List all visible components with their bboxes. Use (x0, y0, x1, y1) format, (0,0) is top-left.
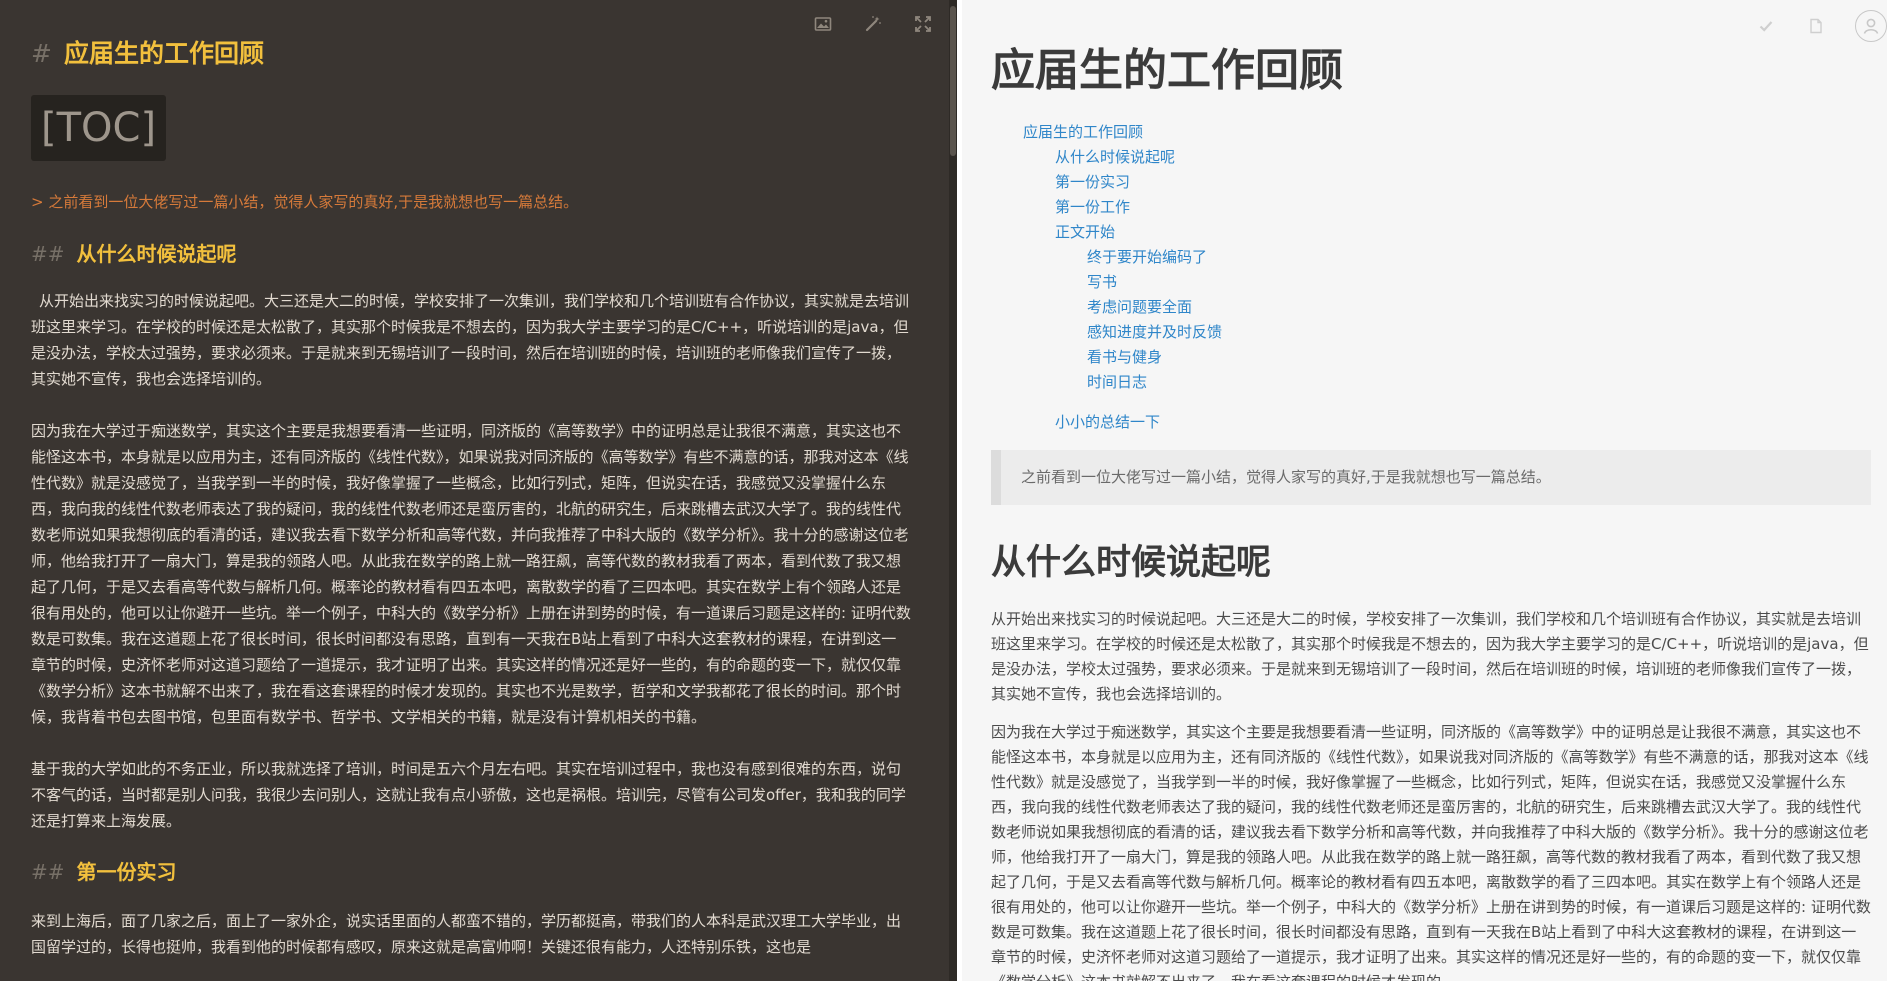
editor-paragraph: 因为我在大学过于痴迷数学，其实这个主要是我想要看清一些证明，同济版的《高等数学》… (31, 422, 911, 726)
toc-link[interactable]: 小小的总结一下 (991, 410, 1871, 435)
preview-section-heading: 从什么时候说起呢 (991, 543, 1272, 583)
image-icon[interactable] (813, 14, 833, 34)
toc-link[interactable]: 正文开始 (991, 220, 1871, 245)
toc-link[interactable]: 终于要开始编码了 (991, 245, 1871, 270)
toc-link[interactable]: 应届生的工作回顾 (991, 120, 1871, 145)
preview-paragraph: 从开始出来找实习的时候说起吧。大三还是大二的时候，学校安排了一次集训，我们学校和… (991, 610, 1869, 703)
preview-toolbar (1755, 10, 1887, 42)
check-icon[interactable] (1755, 15, 1777, 37)
toc-link[interactable]: 第一份工作 (991, 195, 1871, 220)
preview-blockquote: 之前看到一位大佬写过一篇小结，觉得人家写的真好,于是我就想也写一篇总结。 (991, 450, 1871, 505)
toc-link[interactable]: 看书与健身 (991, 345, 1871, 370)
scrollbar-thumb[interactable] (950, 6, 956, 156)
editor-text[interactable]: # 应届生的工作回顾 [TOC] > 之前看到一位大佬写过一篇小结，觉得人家写的真… (31, 34, 911, 960)
preview-paragraph: 因为我在大学过于痴迷数学，其实这个主要是我想要看清一些证明，同济版的《高等数学》… (991, 723, 1871, 981)
markdown-editor-pane[interactable]: # 应届生的工作回顾 [TOC] > 之前看到一位大佬写过一篇小结，觉得人家写的真… (0, 0, 957, 981)
preview-document: 应届生的工作回顾 应届生的工作回顾 从什么时候说起呢 第一份实习 第一份工作 正… (962, 0, 1887, 981)
toc-link[interactable]: 时间日志 (991, 370, 1871, 395)
editor-toc-marker: [TOC] (31, 95, 167, 161)
table-of-contents: 应届生的工作回顾 从什么时候说起呢 第一份实习 第一份工作 正文开始 终于要开始… (991, 120, 1871, 435)
editor-paragraph: 来到上海后，面了几家之后，面上了一家外企，说实话里面的人都蛮不错的，学历都挺高，… (31, 912, 902, 956)
markdown-preview-pane: 应届生的工作回顾 应届生的工作回顾 从什么时候说起呢 第一份实习 第一份工作 正… (957, 0, 1895, 981)
toc-link[interactable]: 从什么时候说起呢 (991, 145, 1871, 170)
editor-paragraph: 从开始出来找实习的时候说起吧。大三还是大二的时候，学校安排了一次集训，我们学校和… (31, 292, 910, 388)
editor-heading-2: ## 第一份实习 (31, 860, 177, 884)
toc-link[interactable]: 第一份实习 (991, 170, 1871, 195)
editor-blockquote: > 之前看到一位大佬写过一篇小结，觉得人家写的真好,于是我就想也写一篇总结。 (31, 193, 579, 211)
fullscreen-icon[interactable] (913, 14, 933, 34)
toc-link[interactable]: 写书 (991, 270, 1871, 295)
toc-link[interactable]: 感知进度并及时反馈 (991, 320, 1871, 345)
magic-wand-icon[interactable] (863, 14, 883, 34)
editor-scrollbar[interactable] (949, 0, 957, 981)
toc-link[interactable]: 考虑问题要全面 (991, 295, 1871, 320)
document-icon[interactable] (1805, 15, 1827, 37)
user-avatar-icon[interactable] (1855, 10, 1887, 42)
editor-toolbar (813, 14, 933, 34)
editor-heading-2: ## 从什么时候说起呢 (31, 242, 237, 266)
preview-content: 应届生的工作回顾 应届生的工作回顾 从什么时候说起呢 第一份实习 第一份工作 正… (991, 42, 1871, 981)
editor-paragraph: 基于我的大学如此的不务正业，所以我就选择了培训，时间是五六个月左右吧。其实在培训… (31, 760, 906, 830)
preview-title: 应届生的工作回顾 (991, 45, 1343, 96)
editor-heading-1: # 应届生的工作回顾 (31, 39, 264, 68)
